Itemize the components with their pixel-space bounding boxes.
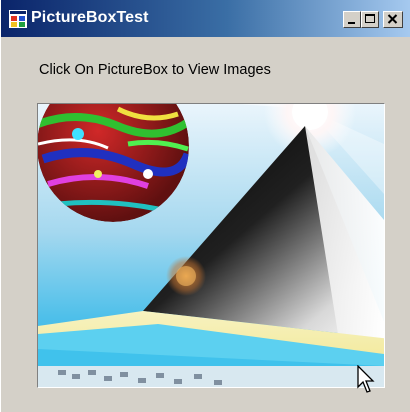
close-button[interactable] <box>383 11 403 28</box>
minimize-icon <box>348 22 355 24</box>
picture-box[interactable] <box>37 103 385 388</box>
app-form-icon <box>9 10 27 28</box>
minimize-button[interactable] <box>343 11 361 28</box>
main-window: PictureBoxTest Click On PictureBox to Vi… <box>0 0 410 412</box>
displayed-image <box>38 104 384 387</box>
close-icon <box>387 14 398 24</box>
mouse-pointer-icon <box>357 365 375 393</box>
instruction-label: Click On PictureBox to View Images <box>39 62 271 78</box>
maximize-button[interactable] <box>361 11 379 28</box>
window-title: PictureBoxTest <box>31 9 149 26</box>
maximize-icon <box>365 14 375 23</box>
title-bar[interactable]: PictureBoxTest <box>1 0 410 37</box>
